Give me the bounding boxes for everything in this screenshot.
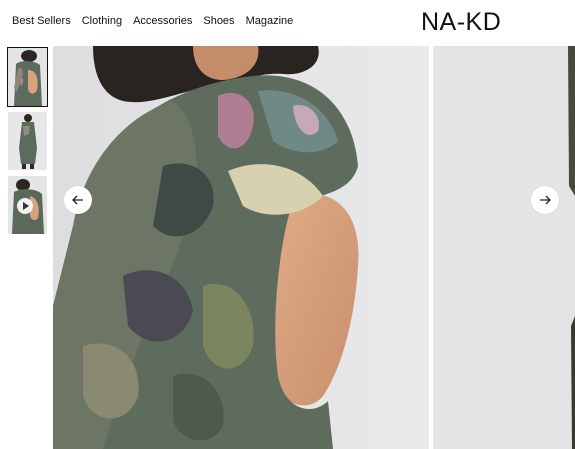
nav-link-shoes[interactable]: Shoes [203,15,234,27]
thumbnail-back-view[interactable] [7,47,48,107]
product-image-next[interactable] [433,46,575,449]
thumbnail-video[interactable] [8,176,47,234]
nav-link-best-sellers[interactable]: Best Sellers [12,15,71,27]
previous-image-button[interactable] [64,186,92,214]
main-menu: Best Sellers Clothing Accessories Shoes … [12,15,293,27]
brand-logo[interactable]: NA-KD [421,8,501,37]
product-image-gallery [53,46,575,449]
video-play-icon [17,198,33,214]
thumbnail-full-body[interactable] [8,112,47,170]
product-image-main[interactable] [53,46,429,449]
product-photo-back [53,46,429,449]
arrow-right-icon [540,195,551,205]
thumbnail-photo [8,48,47,106]
nav-link-accessories[interactable]: Accessories [133,15,192,27]
nav-link-clothing[interactable]: Clothing [82,15,122,27]
next-image-button[interactable] [531,186,559,214]
thumbnail-photo [8,112,47,170]
top-navigation: Best Sellers Clothing Accessories Shoes … [0,0,575,46]
nav-link-magazine[interactable]: Magazine [246,15,294,27]
arrow-left-icon [72,195,83,205]
product-photo-next [433,46,575,449]
